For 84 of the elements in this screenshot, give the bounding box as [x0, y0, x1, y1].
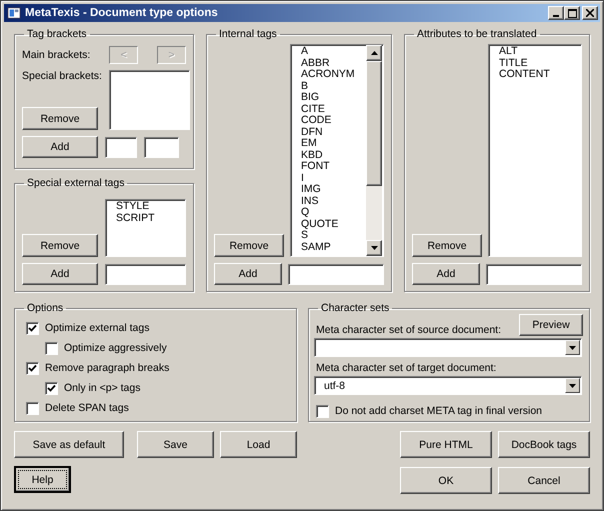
dialog-button[interactable]: Cancel: [498, 467, 590, 494]
remove-button[interactable]: Remove: [22, 234, 98, 257]
list-item[interactable]: INS: [301, 196, 366, 207]
checkbox-label[interactable]: Do not add charset META tag in final version: [335, 405, 542, 417]
remove-button[interactable]: Remove: [214, 234, 284, 257]
checkbox[interactable]: [26, 402, 39, 414]
list-item[interactable]: B: [301, 80, 366, 92]
list-box[interactable]: STYLE SCRIPT: [105, 199, 186, 257]
remove-button[interactable]: Remove: [22, 107, 98, 130]
action-button[interactable]: Pure HTML: [400, 431, 492, 458]
list-item[interactable]: TITLE: [499, 58, 579, 69]
list-item[interactable]: I: [301, 172, 366, 184]
checkbox[interactable]: [316, 404, 329, 418]
list-item[interactable]: ALT: [499, 46, 579, 58]
preview-button[interactable]: Preview: [519, 314, 583, 336]
maximize-icon[interactable]: [568, 8, 576, 18]
action-button[interactable]: Load: [220, 431, 297, 458]
list-item[interactable]: QUOTE: [301, 218, 366, 230]
list-item[interactable]: EM: [301, 138, 366, 150]
checkbox[interactable]: [45, 382, 58, 394]
source-charset-dropdown[interactable]: [314, 338, 582, 357]
list-item[interactable]: KBD: [301, 150, 366, 161]
group-title: Attributes to be translated: [416, 28, 538, 40]
minimize-button[interactable]: [548, 6, 564, 20]
window-title: MetaTexis - Document type options: [25, 7, 219, 19]
special-brackets-label: Special brackets:: [22, 70, 102, 82]
list-item[interactable]: SCRIPT: [116, 212, 185, 224]
group-title: Internal tags: [218, 28, 278, 40]
target-charset-label: Meta character set of target document:: [316, 362, 498, 374]
input-field[interactable]: [288, 264, 384, 284]
list-item[interactable]: IMG: [301, 184, 366, 196]
input-field[interactable]: [144, 136, 179, 158]
group-title: Options: [26, 302, 64, 314]
group-title: Tag brackets: [26, 28, 88, 40]
add-button[interactable]: Add: [22, 263, 98, 285]
checkbox-label[interactable]: Only in <p> tags: [64, 382, 140, 394]
list-item[interactable]: CONTENT: [499, 69, 579, 80]
list-item[interactable]: CITE: [301, 104, 366, 115]
group-title: Special external tags: [26, 177, 126, 189]
add-button[interactable]: Add: [412, 263, 480, 285]
checkbox[interactable]: [45, 342, 58, 354]
list-item[interactable]: CODE: [301, 115, 366, 126]
checkbox-label[interactable]: Optimize external tags: [45, 322, 150, 334]
close-button[interactable]: [582, 6, 598, 20]
group-title: Character sets: [320, 302, 390, 314]
list-box[interactable]: A ABBR ACRONYM B BIG CITE CODE DFN EM KBD FONT I IMG INS Q QUOTE S SAMP: [290, 44, 384, 257]
list-item[interactable]: STYLE: [116, 201, 185, 212]
list-box[interactable]: [108, 70, 190, 130]
list-item[interactable]: ACRONYM: [301, 69, 366, 80]
list-item[interactable]: A: [301, 46, 366, 58]
checkbox-label[interactable]: Delete SPAN tags: [45, 402, 129, 414]
action-button[interactable]: Save: [137, 431, 214, 458]
list-item[interactable]: FONT: [301, 161, 366, 172]
input-field[interactable]: [105, 264, 186, 284]
source-charset-label: Meta character set of source document:: [316, 324, 502, 336]
input-field[interactable]: [486, 264, 582, 284]
target-charset-dropdown[interactable]: utf-8: [314, 376, 582, 395]
list-box[interactable]: ALT TITLE CONTENT: [488, 44, 582, 257]
action-button[interactable]: Save as default: [14, 431, 124, 458]
add-button[interactable]: Add: [214, 263, 282, 285]
dialog-button[interactable]: OK: [400, 467, 492, 494]
action-button[interactable]: DocBook tags: [498, 431, 590, 458]
scrollbar[interactable]: [366, 45, 382, 256]
checkbox-label[interactable]: Remove paragraph breaks: [45, 362, 170, 374]
checkbox[interactable]: [26, 322, 39, 334]
checkbox-label[interactable]: Optimize aggressively: [64, 342, 167, 354]
remove-button[interactable]: Remove: [412, 234, 482, 257]
list-item[interactable]: DFN: [301, 126, 366, 138]
list-item[interactable]: S: [301, 230, 366, 242]
close-icon[interactable]: [586, 9, 594, 17]
help-button[interactable]: Help: [14, 466, 71, 493]
add-button[interactable]: Add: [22, 136, 98, 158]
scroll-thumb[interactable]: [366, 61, 382, 186]
main-brackets-label: Main brackets:: [22, 49, 90, 61]
list-item[interactable]: ABBR: [301, 58, 366, 69]
input-field[interactable]: [105, 136, 137, 158]
list-item[interactable]: Q: [301, 207, 366, 218]
list-item[interactable]: BIG: [301, 92, 366, 104]
checkbox[interactable]: [26, 362, 39, 374]
app-icon: [6, 6, 22, 20]
maximize-button[interactable]: [564, 6, 580, 20]
scroll-down-icon[interactable]: [366, 240, 382, 256]
scroll-up-icon[interactable]: [366, 45, 382, 61]
list-item[interactable]: SAMP: [301, 242, 366, 253]
